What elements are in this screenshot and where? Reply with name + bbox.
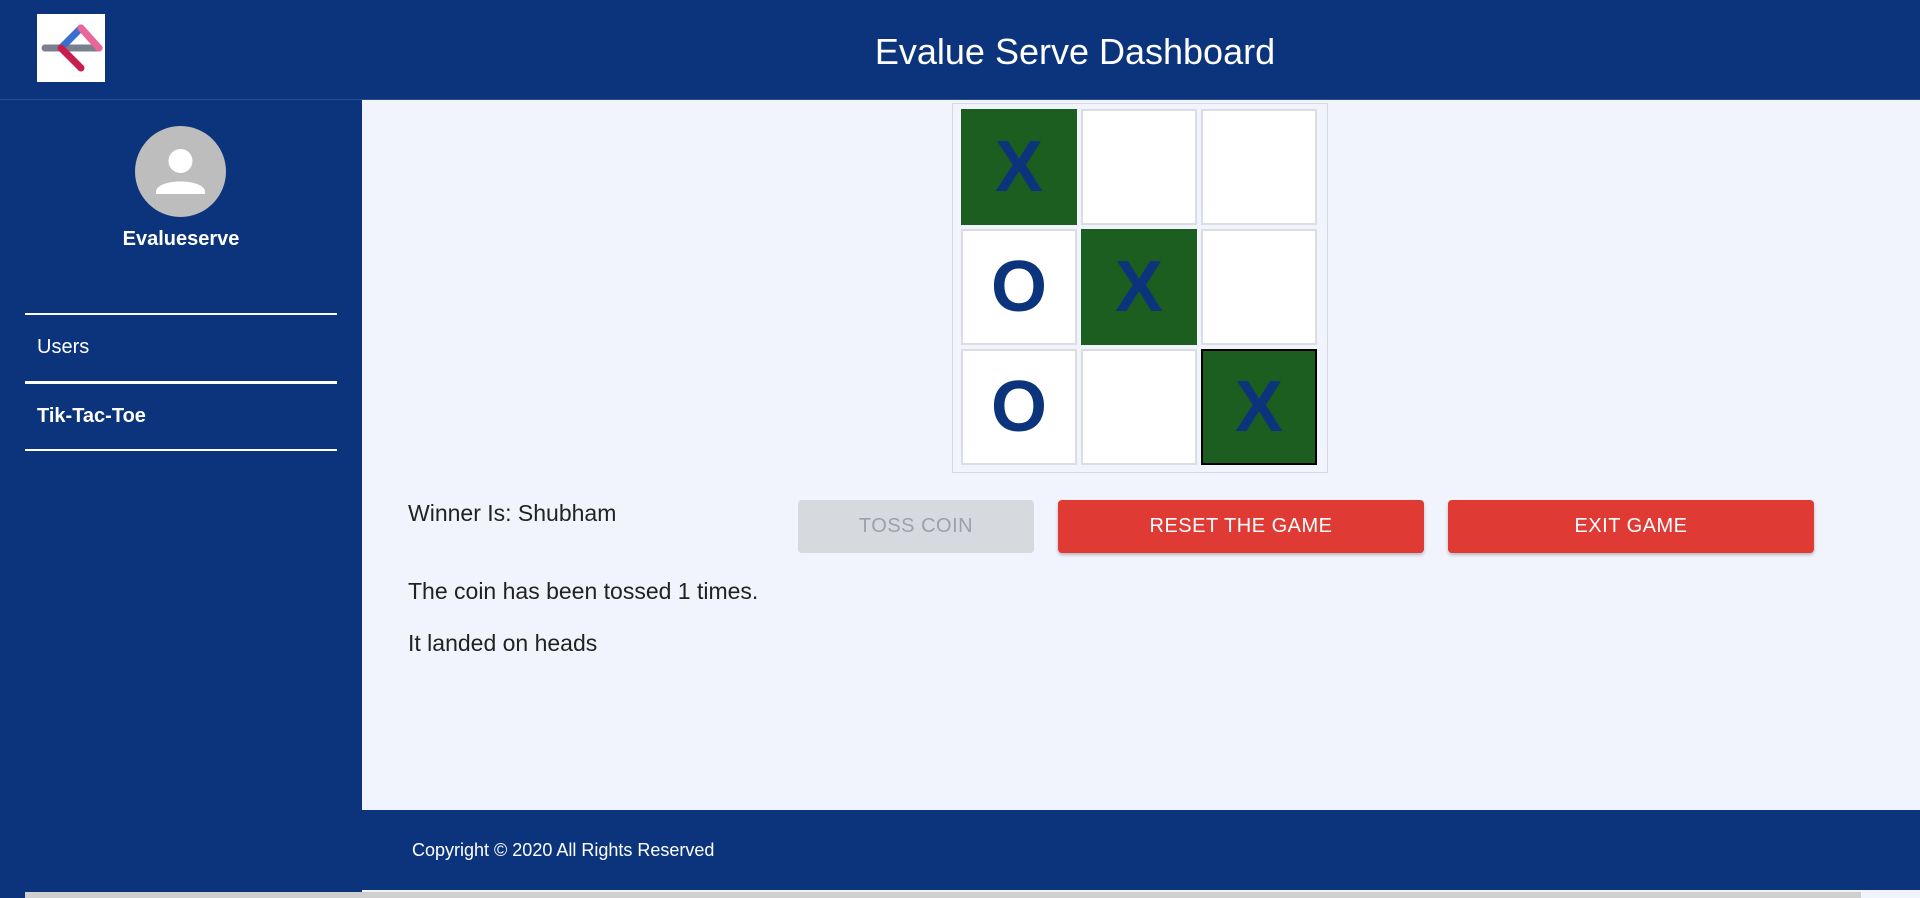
username-label: Evalueserve bbox=[122, 228, 240, 250]
horizontal-scrollbar[interactable] bbox=[25, 892, 1861, 898]
nav-divider bbox=[25, 449, 337, 451]
page-title: Evalue Serve Dashboard bbox=[874, 31, 1276, 72]
toss-count-text: The coin has been tossed 1 times. bbox=[408, 578, 759, 604]
exit-game-button[interactable]: EXIT GAME bbox=[1448, 500, 1814, 553]
board-cell-5[interactable]: X bbox=[1081, 229, 1197, 345]
app-header: Evalue Serve Dashboard bbox=[0, 0, 1920, 100]
reset-game-button[interactable]: RESET THE GAME bbox=[1058, 500, 1424, 553]
toss-coin-button[interactable]: TOSS COIN bbox=[798, 500, 1034, 553]
board-cell-9[interactable]: X bbox=[1201, 349, 1317, 465]
footer: Copyright © 2020 All Rights Reserved bbox=[362, 810, 1920, 890]
board-cell-8[interactable] bbox=[1081, 349, 1197, 465]
tic-tac-toe-board: X O X O X bbox=[952, 103, 1328, 473]
board-cell-1[interactable]: X bbox=[961, 109, 1077, 225]
winner-text: Winner Is: Shubham bbox=[408, 500, 617, 526]
nav-divider bbox=[25, 313, 337, 315]
sidebar: Evalueserve Users Tik-Tac-Toe bbox=[0, 100, 362, 898]
board-cell-4[interactable]: O bbox=[961, 229, 1077, 345]
sidebar-item-users[interactable]: Users bbox=[37, 336, 89, 359]
board-cell-6[interactable] bbox=[1201, 229, 1317, 345]
board-cell-3[interactable] bbox=[1201, 109, 1317, 225]
board-cell-2[interactable] bbox=[1081, 109, 1197, 225]
nav-divider bbox=[25, 381, 337, 384]
sidebar-item-tic-tac-toe[interactable]: Tik-Tac-Toe bbox=[37, 405, 146, 428]
board-cell-7[interactable]: O bbox=[961, 349, 1077, 465]
toss-result-text: It landed on heads bbox=[408, 630, 598, 656]
user-avatar-icon bbox=[135, 126, 226, 217]
copyright-text: Copyright © 2020 All Rights Reserved bbox=[412, 840, 715, 860]
